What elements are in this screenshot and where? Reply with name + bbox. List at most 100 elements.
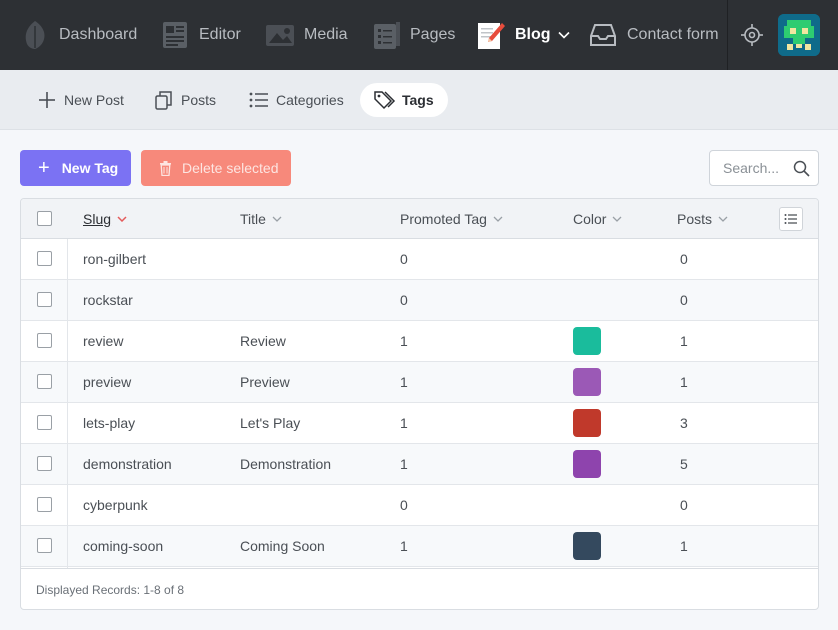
nav-label: Contact form — [627, 26, 719, 43]
table-row[interactable]: review Review 1 1 — [21, 321, 818, 362]
table-footer: Displayed Records: 1-8 of 8 — [21, 568, 818, 609]
column-header-color[interactable]: Color — [573, 199, 622, 239]
column-settings-button[interactable] — [779, 207, 803, 231]
blog-subnavigation: New Post Posts Categories Tags — [0, 70, 838, 130]
cell-slug: preview — [83, 374, 132, 390]
cell-promoted-tag: 1 — [400, 374, 408, 390]
inbox-icon — [588, 20, 618, 50]
color-swatch — [573, 409, 601, 437]
chevron-down-icon — [718, 214, 728, 225]
nav-media[interactable]: Media — [265, 0, 348, 70]
column-label: Color — [573, 211, 607, 227]
cell-slug: review — [83, 333, 124, 349]
row-checkbox[interactable] — [37, 251, 52, 266]
search-icon — [793, 160, 810, 180]
cell-slug: lets-play — [83, 415, 136, 431]
cell-title: Preview — [240, 374, 290, 390]
color-swatch — [573, 532, 601, 560]
list-icon — [248, 89, 270, 111]
chevron-down-icon — [612, 214, 622, 225]
subnav-label: New Post — [64, 92, 124, 108]
copy-icon — [153, 89, 175, 111]
nav-label: Pages — [410, 26, 456, 43]
column-header-title[interactable]: Title — [240, 199, 282, 239]
color-swatch — [573, 368, 601, 396]
cell-posts: 1 — [680, 333, 688, 349]
column-divider — [67, 239, 68, 568]
list-icon — [784, 213, 798, 225]
user-avatar[interactable] — [778, 14, 820, 56]
subnav-posts[interactable]: Posts — [139, 83, 230, 117]
cell-promoted-tag: 1 — [400, 456, 408, 472]
cell-promoted-tag: 1 — [400, 538, 408, 554]
table-row[interactable]: cyberpunk 0 0 — [21, 485, 818, 526]
search-input[interactable]: Search... — [709, 150, 819, 186]
cell-slug: coming-soon — [83, 538, 164, 554]
chevron-down-icon — [557, 31, 570, 39]
color-swatch — [573, 327, 601, 355]
nav-dashboard[interactable]: Dashboard — [20, 0, 137, 70]
tags-table: Slug Title Promoted Tag Color Posts ron-… — [20, 198, 819, 610]
cell-title: Let's Play — [240, 415, 301, 431]
nav-contact-form[interactable]: Contact form — [588, 0, 719, 70]
new-tag-label: New Tag — [61, 160, 119, 176]
subnav-categories[interactable]: Categories — [234, 83, 358, 117]
nav-divider — [727, 0, 728, 70]
row-checkbox[interactable] — [37, 415, 52, 430]
plus-icon: + — [38, 157, 50, 179]
table-row[interactable]: coming-soon Coming Soon 1 1 — [21, 526, 818, 567]
color-swatch — [573, 450, 601, 478]
table-row[interactable]: ron-gilbert 0 0 — [21, 239, 818, 280]
cell-posts: 5 — [680, 456, 688, 472]
tags-icon — [374, 89, 396, 111]
leaf-icon — [20, 20, 50, 50]
cell-title: Demonstration — [240, 456, 332, 472]
cell-posts: 1 — [680, 538, 688, 554]
cell-slug: cyberpunk — [83, 497, 148, 513]
cell-posts: 0 — [680, 292, 688, 308]
crosshair-icon[interactable] — [740, 23, 764, 52]
column-header-posts[interactable]: Posts — [677, 199, 728, 239]
select-all-checkbox[interactable] — [37, 211, 52, 226]
nav-label: Dashboard — [59, 26, 138, 43]
subnav-label: Posts — [181, 92, 217, 108]
column-header-slug[interactable]: Slug — [83, 199, 127, 239]
row-checkbox[interactable] — [37, 538, 52, 553]
row-checkbox[interactable] — [37, 292, 52, 307]
chevron-down-icon — [272, 214, 282, 225]
chevron-down-icon — [493, 214, 503, 225]
image-icon — [265, 20, 295, 50]
table-row[interactable]: lets-play Let's Play 1 3 — [21, 403, 818, 444]
nav-editor[interactable]: Editor — [160, 0, 241, 70]
cell-promoted-tag: 0 — [400, 251, 408, 267]
row-checkbox[interactable] — [37, 333, 52, 348]
top-navigation: Dashboard Editor Media Pages Blog Contac… — [0, 0, 838, 70]
nav-pages[interactable]: Pages — [371, 0, 455, 70]
blog-pencil-icon — [476, 20, 506, 50]
row-checkbox[interactable] — [37, 456, 52, 471]
new-tag-button[interactable]: + New Tag — [20, 150, 131, 186]
subnav-tags[interactable]: Tags — [360, 83, 448, 117]
table-row[interactable]: demonstration Demonstration 1 5 — [21, 444, 818, 485]
row-checkbox[interactable] — [37, 374, 52, 389]
nav-label: Blog — [515, 26, 551, 43]
nav-blog[interactable]: Blog — [476, 0, 570, 70]
content-area: + New Tag Delete selected Search... Slug… — [0, 130, 838, 630]
delete-selected-label: Delete selected — [182, 160, 279, 176]
nav-label: Media — [304, 26, 348, 43]
cell-slug: rockstar — [83, 292, 133, 308]
cell-promoted-tag: 0 — [400, 292, 408, 308]
delete-selected-button[interactable]: Delete selected — [141, 150, 291, 186]
sort-desc-icon — [117, 214, 127, 225]
newspaper-icon — [160, 20, 190, 50]
cell-title: Review — [240, 333, 286, 349]
subnav-new-post[interactable]: New Post — [22, 83, 138, 117]
column-header-promoted-tag[interactable]: Promoted Tag — [400, 199, 503, 239]
cell-posts: 0 — [680, 251, 688, 267]
table-row[interactable]: rockstar 0 0 — [21, 280, 818, 321]
records-count: Displayed Records: 1-8 of 8 — [36, 582, 185, 597]
table-row[interactable]: preview Preview 1 1 — [21, 362, 818, 403]
trash-icon — [159, 160, 172, 176]
column-label: Posts — [677, 211, 713, 227]
row-checkbox[interactable] — [37, 497, 52, 512]
